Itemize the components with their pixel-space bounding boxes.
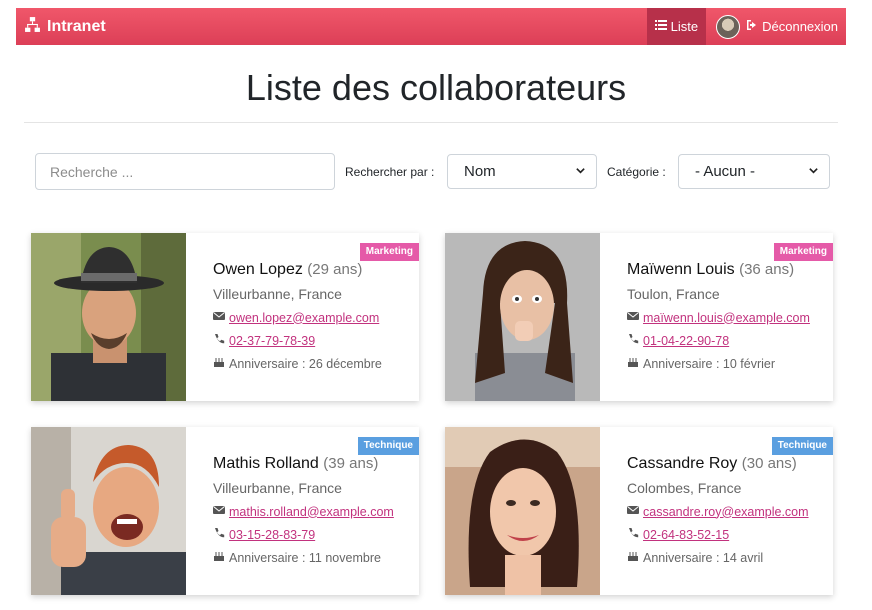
nav-list-label: Liste — [670, 19, 699, 34]
envelope-icon — [213, 310, 225, 325]
chevron-down-icon — [808, 163, 819, 180]
collaborator-card: Technique Mathis Rolland (39 ans) Villeu… — [31, 427, 419, 595]
collaborator-card: Marketing Owen Lopez (29 ans) Villeurban… — [31, 233, 419, 401]
collaborator-location: Toulon, France — [627, 286, 720, 302]
collaborator-card: Marketing Maïwenn Louis (36 ans) Toulon,… — [445, 233, 833, 401]
collaborator-age: (39 ans) — [323, 455, 379, 472]
search-by-value: Nom — [464, 163, 496, 180]
category-badge: Technique — [357, 437, 419, 455]
birthday-cake-icon — [213, 550, 225, 565]
collaborator-location: Colombes, France — [627, 480, 742, 496]
collaborator-card: Technique Cassandre Roy (30 ans) Colombe… — [445, 427, 833, 595]
name-line: Cassandre Roy (30 ans) — [627, 455, 827, 473]
collaborator-age: (29 ans) — [307, 261, 363, 278]
birthday-text: Anniversaire : 11 novembre — [229, 550, 381, 565]
chevron-down-icon — [575, 163, 586, 180]
email-link[interactable]: mathis.rolland@example.com — [229, 505, 394, 519]
birthday-row: Anniversaire : 11 novembre — [213, 550, 413, 565]
name-line: Maïwenn Louis (36 ans) — [627, 261, 827, 279]
search-by-select[interactable]: Nom — [447, 154, 597, 189]
nav-right: Liste Déconnexion — [646, 8, 846, 45]
collaborator-photo — [445, 427, 600, 595]
phone-icon — [627, 333, 639, 348]
birthday-row: Anniversaire : 14 avril — [627, 550, 827, 565]
category-badge: Marketing — [773, 243, 833, 261]
birthday-cake-icon — [627, 356, 639, 371]
logout-link[interactable]: Déconnexion — [746, 8, 846, 45]
page-title: Liste des collaborateurs — [245, 67, 627, 108]
collaborator-info: Mathis Rolland (39 ans) Villeurbanne, Fr… — [213, 455, 413, 565]
collaborator-photo — [31, 427, 186, 595]
collaborator-name: Mathis Rolland — [213, 455, 319, 472]
navbar: Intranet Liste Déconnexion — [16, 8, 846, 45]
envelope-icon — [627, 310, 639, 325]
search-by-label: Rechercher par : — [345, 165, 435, 179]
phone-icon — [627, 527, 639, 542]
collaborator-info: Cassandre Roy (30 ans) Colombes, France … — [627, 455, 827, 565]
sitemap-icon — [24, 16, 41, 38]
phone-link[interactable]: 02-37-79-78-39 — [229, 334, 315, 348]
collaborator-age: (30 ans) — [741, 455, 797, 472]
birthday-text: Anniversaire : 26 décembre — [229, 356, 382, 371]
category-label: Catégorie : — [607, 165, 666, 179]
phone-icon — [213, 333, 225, 348]
phone-row: 01-04-22-90-78 — [627, 333, 827, 348]
collaborator-info: Maïwenn Louis (36 ans) Toulon, France ma… — [627, 261, 827, 371]
name-line: Owen Lopez (29 ans) — [213, 261, 413, 279]
phone-link[interactable]: 01-04-22-90-78 — [643, 334, 729, 348]
list-icon — [654, 19, 667, 34]
collaborator-age: (36 ans) — [739, 261, 795, 278]
brand-link[interactable]: Intranet — [24, 16, 106, 38]
category-value: - Aucun - — [695, 163, 756, 180]
email-link[interactable]: cassandre.roy@example.com — [643, 505, 809, 519]
email-row: cassandre.roy@example.com — [627, 504, 827, 519]
category-badge: Marketing — [359, 243, 419, 261]
phone-link[interactable]: 03-15-28-83-79 — [229, 528, 315, 542]
search-input[interactable] — [35, 153, 335, 190]
collaborator-location: Villeurbanne, France — [213, 286, 342, 302]
phone-icon — [213, 527, 225, 542]
logout-label: Déconnexion — [762, 19, 838, 34]
collaborator-name: Cassandre Roy — [627, 455, 738, 472]
name-line: Mathis Rolland (39 ans) — [213, 455, 413, 473]
title-divider — [24, 122, 838, 123]
birthday-text: Anniversaire : 10 février — [643, 356, 776, 371]
phone-row: 02-64-83-52-15 — [627, 527, 827, 542]
email-row: owen.lopez@example.com — [213, 310, 413, 325]
birthday-cake-icon — [213, 356, 225, 371]
phone-row: 02-37-79-78-39 — [213, 333, 413, 348]
envelope-icon — [213, 504, 225, 519]
category-select[interactable]: - Aucun - — [678, 154, 830, 189]
category-badge: Technique — [771, 437, 833, 455]
collaborator-info: Owen Lopez (29 ans) Villeurbanne, France… — [213, 261, 413, 371]
birthday-row: Anniversaire : 26 décembre — [213, 356, 413, 371]
brand-label: Intranet — [47, 17, 106, 35]
collaborator-location: Villeurbanne, France — [213, 480, 342, 496]
email-link[interactable]: maïwenn.louis@example.com — [643, 311, 810, 325]
birthday-text: Anniversaire : 14 avril — [643, 550, 764, 565]
envelope-icon — [627, 504, 639, 519]
user-avatar[interactable] — [716, 14, 741, 39]
collaborator-photo — [445, 233, 600, 401]
email-row: mathis.rolland@example.com — [213, 504, 413, 519]
nav-list-link[interactable]: Liste — [646, 8, 707, 45]
phone-link[interactable]: 02-64-83-52-15 — [643, 528, 729, 542]
collaborator-name: Maïwenn Louis — [627, 261, 735, 278]
email-link[interactable]: owen.lopez@example.com — [229, 311, 379, 325]
sign-out-icon — [746, 19, 758, 34]
birthday-row: Anniversaire : 10 février — [627, 356, 827, 371]
email-row: maïwenn.louis@example.com — [627, 310, 827, 325]
collaborator-photo — [31, 233, 186, 401]
birthday-cake-icon — [627, 550, 639, 565]
collaborator-name: Owen Lopez — [213, 261, 303, 278]
phone-row: 03-15-28-83-79 — [213, 527, 413, 542]
